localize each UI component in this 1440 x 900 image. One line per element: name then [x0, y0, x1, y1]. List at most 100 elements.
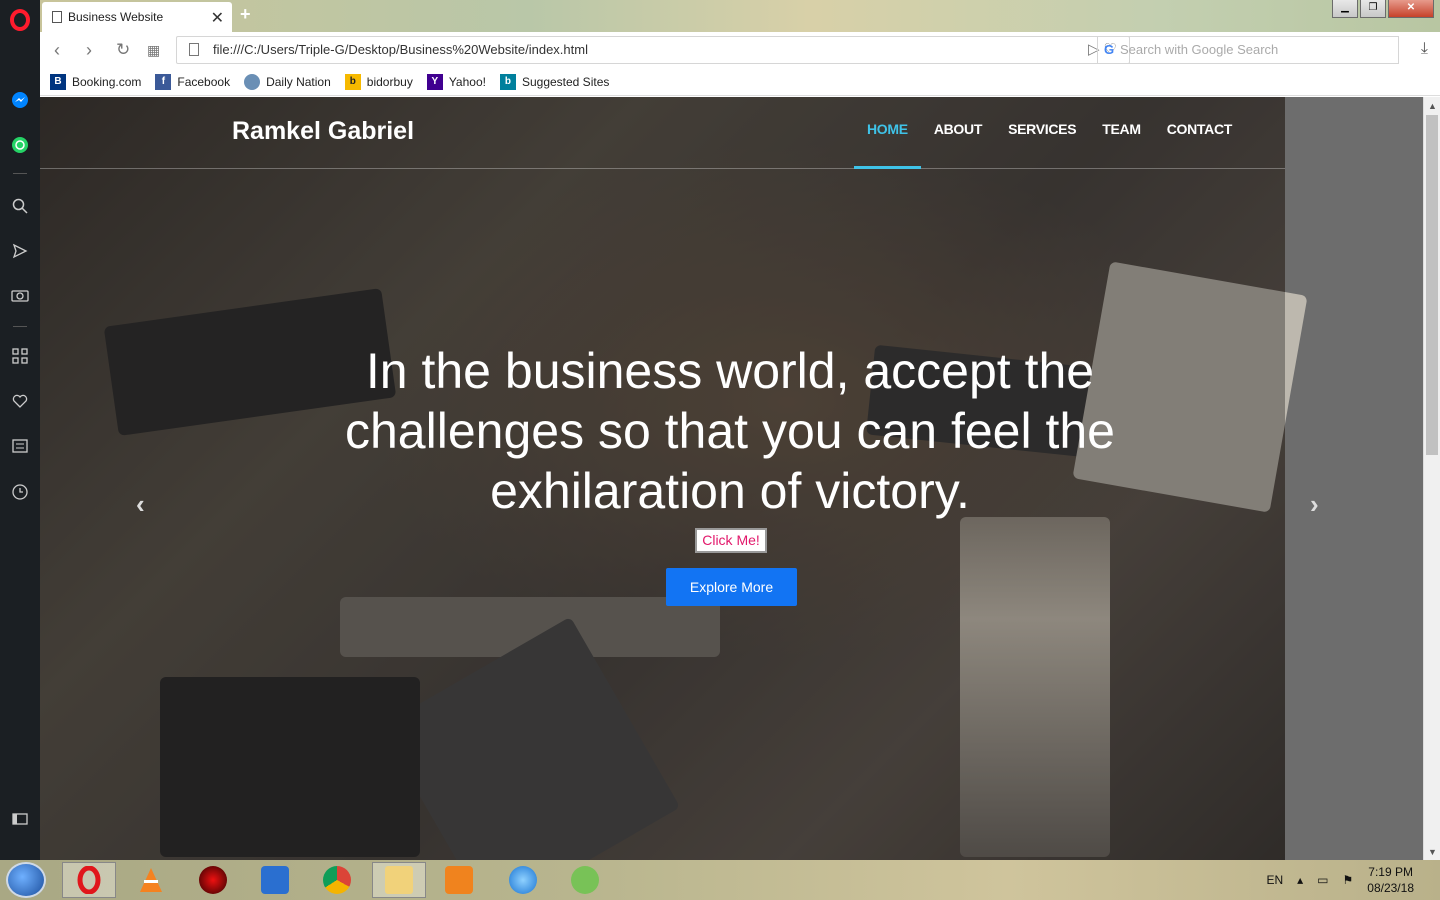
opera-sidebar	[0, 0, 40, 860]
speed-dial-icon[interactable]	[8, 344, 32, 368]
tab-strip: Business Website ✕ + ▁ ❐ ✕	[40, 0, 1440, 32]
hero-banner: Ramkel Gabriel HOME ABOUT SERVICES TEAM …	[40, 97, 1319, 860]
click-me-button[interactable]: Click Me!	[695, 528, 767, 553]
sidebar-toggle-icon[interactable]	[8, 807, 32, 831]
taskbar-android-studio[interactable]	[558, 862, 612, 898]
forward-icon[interactable]: ›	[86, 40, 92, 61]
maximize-button[interactable]: ❐	[1360, 0, 1386, 18]
sidebar-divider	[13, 326, 27, 327]
bookmark-suggested-sites[interactable]: b Suggested Sites	[499, 73, 610, 90]
download-icon[interactable]: ⤓	[1421, 40, 1428, 58]
tabs-grid-icon[interactable]: ▦	[147, 42, 160, 59]
app-icon	[199, 866, 227, 894]
opera-icon	[77, 866, 101, 894]
bookmark-daily-nation[interactable]: Daily Nation	[244, 73, 331, 90]
bookmark-label: Yahoo!	[448, 74, 486, 89]
carousel-prev-icon[interactable]: ‹	[136, 489, 145, 520]
opera-logo-icon[interactable]	[8, 8, 32, 32]
hero-headline: In the business world, accept the challe…	[345, 343, 1115, 519]
clock-time: 7:19 PM	[1368, 865, 1413, 879]
search-field[interactable]: G Search with Google Search	[1097, 36, 1399, 64]
taskbar-explorer[interactable]	[372, 862, 426, 898]
reload-icon[interactable]: ↻	[116, 40, 130, 60]
vlc-cone-icon	[140, 868, 162, 892]
site-navbar: Ramkel Gabriel HOME ABOUT SERVICES TEAM …	[40, 97, 1285, 169]
tab-business-website[interactable]: Business Website ✕	[42, 2, 232, 32]
close-window-button[interactable]: ✕	[1388, 0, 1434, 18]
brand-logo[interactable]: Ramkel Gabriel	[232, 117, 414, 146]
bookmark-label: bidorbuy	[366, 74, 413, 89]
bookmark-yahoo[interactable]: Y Yahoo!	[426, 73, 486, 90]
taskbar-chrome[interactable]	[310, 862, 364, 898]
network-icon[interactable]: ▭	[1317, 873, 1328, 887]
action-center-flag-icon[interactable]: ⚑	[1343, 873, 1354, 887]
address-bar-row: ‹ › ↻ ▦ file:///C:/Users/Triple-G/Deskto…	[40, 32, 1440, 68]
window-controls: ▁ ❐ ✕	[1332, 0, 1434, 18]
clock[interactable]: 7:19 PM 08/23/18	[1367, 864, 1414, 896]
menu-about[interactable]: ABOUT	[921, 97, 995, 169]
page-info-icon[interactable]	[189, 43, 199, 56]
camera-icon[interactable]	[8, 283, 32, 307]
main-menu: HOME ABOUT SERVICES TEAM CONTACT	[854, 97, 1245, 169]
bookmark-facebook[interactable]: f Facebook	[155, 73, 231, 90]
google-icon: G	[1104, 42, 1115, 57]
bookmark-label: Facebook	[177, 74, 231, 89]
taskbar-vlc[interactable]	[124, 862, 178, 898]
scroll-up-icon[interactable]: ▲	[1428, 101, 1437, 111]
history-clock-icon[interactable]	[8, 480, 32, 504]
facebook-icon: f	[155, 73, 172, 90]
menu-services[interactable]: SERVICES	[995, 97, 1089, 169]
bookmark-label: Daily Nation	[266, 74, 331, 89]
menu-contact[interactable]: CONTACT	[1154, 97, 1245, 169]
url-text: file:///C:/Users/Triple-G/Desktop/Busine…	[213, 42, 588, 57]
yahoo-icon: Y	[426, 73, 443, 90]
minimize-button[interactable]: ▁	[1332, 0, 1358, 18]
bing-icon: b	[499, 73, 516, 90]
new-tab-plus-icon[interactable]: +	[240, 4, 251, 25]
whatsapp-icon[interactable]	[8, 133, 32, 157]
start-button[interactable]	[6, 862, 46, 898]
menu-team[interactable]: TEAM	[1089, 97, 1153, 169]
explore-more-button[interactable]: Explore More	[666, 568, 797, 606]
chrome-icon	[323, 866, 351, 894]
tab-title: Business Website	[68, 10, 164, 24]
url-field[interactable]: file:///C:/Users/Triple-G/Desktop/Busine…	[176, 36, 1130, 64]
tray-expand-icon[interactable]: ▴	[1297, 873, 1303, 887]
web-page: Ramkel Gabriel HOME ABOUT SERVICES TEAM …	[40, 97, 1423, 860]
sidebar-divider	[13, 173, 27, 174]
close-tab-icon[interactable]: ✕	[211, 8, 224, 28]
bookmark-label: Booking.com	[72, 74, 142, 89]
globe-icon	[244, 73, 261, 90]
windows-taskbar: EN ▴ ▭ ⚑ 7:19 PM 08/23/18	[0, 860, 1440, 900]
taskbar-airplane-app[interactable]	[248, 862, 302, 898]
vertical-scrollbar[interactable]: ▲ ▼	[1423, 97, 1440, 860]
search-placeholder: Search with Google Search	[1120, 42, 1279, 57]
taskbar-internet-explorer[interactable]	[496, 862, 550, 898]
android-studio-icon	[571, 866, 599, 894]
booking-icon: B	[50, 73, 66, 90]
menu-home[interactable]: HOME	[854, 97, 921, 169]
search-icon[interactable]	[8, 194, 32, 218]
language-indicator[interactable]: EN	[1266, 873, 1283, 887]
bookmark-booking[interactable]: B Booking.com	[50, 73, 142, 90]
page-icon	[52, 11, 62, 23]
back-icon[interactable]: ‹	[54, 40, 60, 61]
taskbar-app[interactable]	[186, 862, 240, 898]
messenger-icon[interactable]	[8, 88, 32, 112]
media-player-icon	[445, 866, 473, 894]
carousel-next-icon[interactable]: ›	[1310, 489, 1319, 520]
folder-icon	[385, 866, 413, 894]
scroll-down-icon[interactable]: ▼	[1428, 847, 1437, 857]
news-icon[interactable]	[8, 434, 32, 458]
bookmarks-heart-icon[interactable]	[8, 389, 32, 413]
taskbar-opera[interactable]	[62, 862, 116, 898]
system-tray: EN ▴ ▭ ⚑ 7:19 PM 08/23/18	[1266, 860, 1440, 900]
send-icon[interactable]	[8, 239, 32, 263]
airplane-icon	[261, 866, 289, 894]
bookmarks-bar: B Booking.com f Facebook Daily Nation b bid…	[40, 68, 1440, 96]
taskbar-media-player[interactable]	[432, 862, 486, 898]
bookmark-label: Suggested Sites	[521, 74, 610, 89]
bookmark-bidorbuy[interactable]: b bidorbuy	[344, 73, 413, 90]
bidorbuy-icon: b	[344, 73, 361, 90]
scroll-thumb[interactable]	[1426, 115, 1438, 455]
